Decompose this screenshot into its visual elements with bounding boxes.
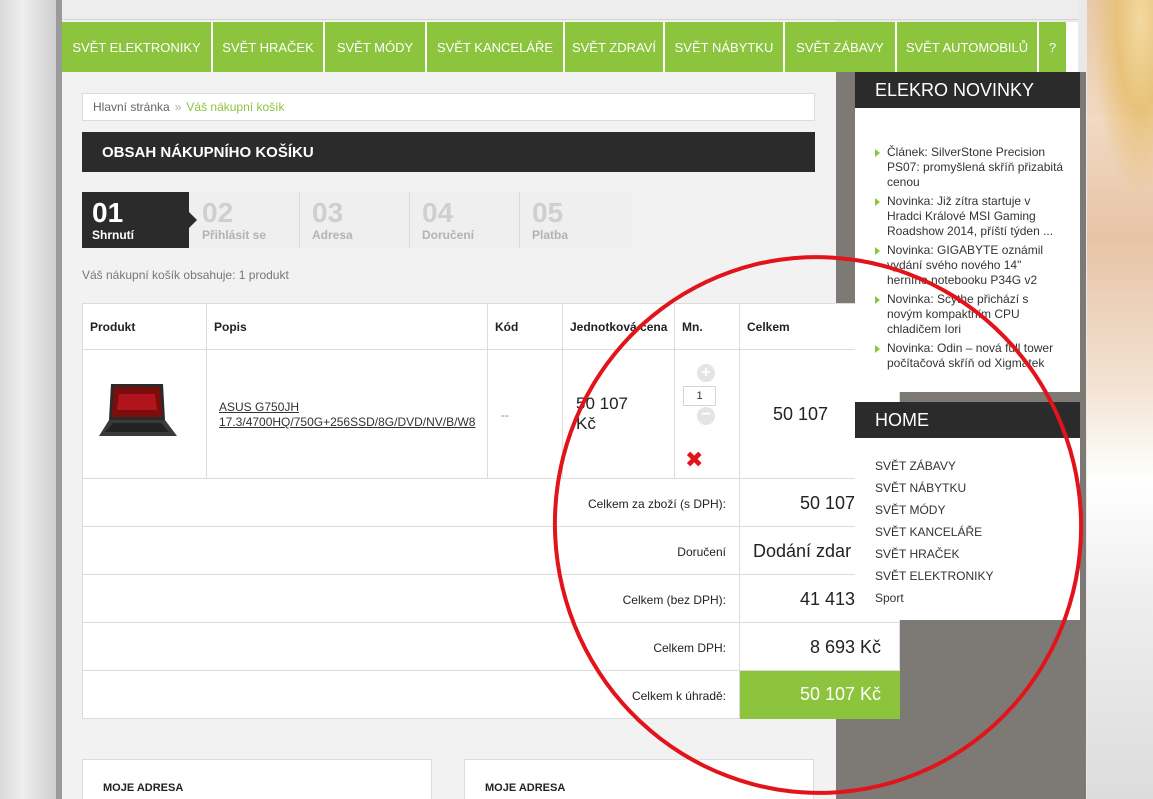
net-total-label: Celkem (bez DPH): [622, 593, 726, 607]
cart-summary: Váš nákupní košík obsahuje: 1 produkt [82, 268, 289, 282]
step-summary[interactable]: 01 Shrnutí [82, 192, 189, 248]
nav-item-zdravi[interactable]: SVĚT ZDRAVÍ [565, 22, 663, 72]
step-number: 02 [202, 197, 234, 228]
remove-item-icon[interactable]: ✖ [685, 447, 703, 473]
checkout-steps: 01 Shrnutí 02 Přihlásit se 03 Adresa 04 … [82, 192, 632, 248]
home-panel-title: HOME [855, 402, 1080, 438]
goods-total-label: Celkem za zboží (s DPH): [587, 497, 726, 511]
delivery-label: Doručení [677, 545, 726, 559]
column-header-description: Popis [207, 304, 488, 350]
step-divider [299, 192, 300, 248]
nav-item-elektronika[interactable]: SVĚT ELEKTRONIKY [62, 22, 211, 72]
step-label: Přihlásit se [202, 228, 267, 242]
product-code: -- [501, 408, 509, 422]
nav-item-nabytek[interactable]: SVĚT NÁBYTKU [665, 22, 783, 72]
column-header-product: Produkt [83, 304, 207, 350]
address-box: MOJE ADRESA [464, 759, 814, 799]
totals-row-vat [83, 623, 740, 671]
address-box: MOJE ADRESA [82, 759, 432, 799]
quantity-increase-button[interactable]: + [697, 364, 715, 382]
main-nav: SVĚT ELEKTRONIKY SVĚT HRAČEK SVĚT MÓDY S… [62, 22, 1078, 72]
step-delivery[interactable]: 04 Doručení [412, 192, 519, 248]
step-number: 05 [532, 197, 564, 228]
header-strip [62, 0, 1078, 20]
step-label: Doručení [422, 228, 475, 242]
grand-total-value: 50 107 Kč [800, 684, 882, 704]
home-link[interactable]: SVĚT ELEKTRONIKY [875, 565, 993, 587]
net-total-value: 41 413 [800, 589, 856, 609]
product-spec: 17.3/4700HQ/750G+256SSD/8G/DVD/NV/B/W8 [219, 415, 476, 429]
home-links: SVĚT ZÁBAVY SVĚT NÁBYTKU SVĚT MÓDY SVĚT … [875, 455, 993, 609]
nav-item-kancelar[interactable]: SVĚT KANCELÁŘE [427, 22, 563, 72]
unit-price: 50 107 Kč [576, 394, 666, 434]
quantity-decrease-button[interactable]: − [697, 407, 715, 425]
column-header-quantity: Mn. [675, 304, 740, 350]
grand-total-label: Celkem k úhradě: [631, 689, 726, 703]
news-list: Článek: SilverStone Precision PS07: prom… [875, 145, 1065, 375]
news-item[interactable]: Článek: SilverStone Precision PS07: prom… [875, 145, 1065, 190]
address-box-title: MOJE ADRESA [103, 782, 184, 794]
address-box-title: MOJE ADRESA [485, 782, 566, 794]
nav-item-hracky[interactable]: SVĚT HRAČEK [213, 22, 323, 72]
goods-total-value: 50 107 [800, 493, 856, 513]
news-item[interactable]: Novinka: Odin – nová full tower počítačo… [875, 341, 1065, 371]
step-divider [519, 192, 520, 248]
column-header-code: Kód [488, 304, 563, 350]
step-label: Shrnutí [92, 228, 134, 242]
home-link[interactable]: SVĚT NÁBYTKU [875, 477, 993, 499]
step-number: 03 [312, 197, 344, 228]
home-link[interactable]: SVĚT ZÁBAVY [875, 455, 993, 477]
step-address[interactable]: 03 Adresa [302, 192, 409, 248]
breadcrumb: Hlavní stránka » Váš nákupní košík [82, 93, 815, 121]
cart-title: OBSAH NÁKUPNÍHO KOŠÍKU [82, 132, 815, 172]
background-left [0, 0, 56, 799]
step-number: 04 [422, 197, 454, 228]
home-link[interactable]: SVĚT MÓDY [875, 499, 993, 521]
delivery-value: Dodání zdar [753, 541, 852, 561]
nav-item-automobily[interactable]: SVĚT AUTOMOBILŮ [897, 22, 1037, 72]
code-cell [488, 350, 563, 479]
news-item[interactable]: Novinka: GIGABYTE oznámil vydání svého n… [875, 243, 1065, 288]
step-payment[interactable]: 05 Platba [522, 192, 629, 248]
cart-table: Produkt Popis Kód Jednotková cena Mn. Ce… [82, 303, 900, 719]
product-cell [83, 350, 207, 479]
breadcrumb-current: Váš nákupní košík [186, 100, 285, 114]
step-label: Platba [532, 228, 569, 242]
vat-value: 8 693 Kč [810, 637, 882, 657]
home-link[interactable]: SVĚT HRAČEK [875, 543, 993, 565]
home-link[interactable]: SVĚT KANCELÁŘE [875, 521, 993, 543]
breadcrumb-separator: » [174, 100, 182, 114]
step-divider [409, 192, 410, 248]
quantity-input[interactable]: 1 [683, 386, 716, 406]
nav-item-moda[interactable]: SVĚT MÓDY [325, 22, 425, 72]
news-item[interactable]: Novinka: Scythe přichází s novým kompakt… [875, 292, 1065, 337]
unit-price-amount: 50 107 [576, 394, 628, 413]
nav-item-more[interactable]: ? [1039, 22, 1066, 72]
step-login[interactable]: 02 Přihlásit se [192, 192, 299, 248]
vat-label: Celkem DPH: [653, 641, 726, 655]
news-panel-title: ELEKRO NOVINKY [855, 72, 1080, 108]
breadcrumb-home[interactable]: Hlavní stránka [93, 100, 170, 114]
product-name: ASUS G750JH [219, 400, 300, 414]
totals-row-delivery [83, 527, 740, 575]
column-header-unit-price: Jednotková cena [563, 304, 675, 350]
product-link[interactable]: ASUS G750JH 17.3/4700HQ/750G+256SSD/8G/D… [219, 400, 489, 430]
news-item[interactable]: Novinka: Již zítra startuje v Hradci Krá… [875, 194, 1065, 239]
laptop-image[interactable] [99, 380, 179, 442]
line-total: 50 107 [773, 404, 829, 424]
nav-item-zabava[interactable]: SVĚT ZÁBAVY [785, 22, 895, 72]
step-number: 01 [92, 197, 124, 228]
background-photo-detail [1092, 0, 1153, 200]
step-label: Adresa [312, 228, 353, 242]
home-link[interactable]: Sport [875, 587, 993, 609]
unit-price-currency: Kč [576, 414, 596, 433]
